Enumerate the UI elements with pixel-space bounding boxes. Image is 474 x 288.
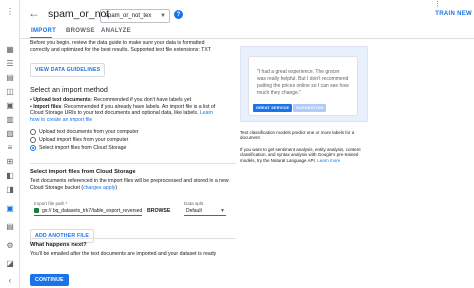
- label-chip-text: SUGGESTION: [296, 106, 324, 110]
- text-dataset-icon[interactable]: ▣: [5, 203, 15, 213]
- what-happens-next-text: You'll be emailed after the text documen…: [30, 251, 217, 257]
- back-arrow-icon[interactable]: ←: [28, 7, 40, 19]
- review-quote: "I had a great experience. The grocer wa…: [257, 69, 349, 96]
- help-icon[interactable]: ?: [174, 10, 183, 19]
- radio-cloud-storage[interactable]: Select import files from Cloud Storage: [30, 144, 230, 152]
- review-card: "I had a great experience. The grocer wa…: [249, 57, 357, 115]
- cloud-desc-end: ): [115, 184, 118, 191]
- continue-button[interactable]: CONTINUE: [30, 274, 69, 286]
- valid-check-icon: [34, 208, 39, 213]
- section-divider: [30, 238, 236, 239]
- radio-button[interactable]: [30, 128, 36, 135]
- notebook-icon[interactable]: ▤: [5, 221, 15, 231]
- chevron-down-icon: ▼: [160, 13, 166, 19]
- import-form: Before you begin, review the data guide …: [30, 40, 230, 152]
- radio-label: Upload import files from your computer: [39, 136, 129, 143]
- marketplace-icon[interactable]: ◪: [5, 258, 15, 268]
- what-happens-next-heading: What happens next?: [30, 242, 87, 248]
- continue-wrap: CONTINUE: [30, 268, 69, 286]
- upload-text-desc: : Recommended if you don't have labels y…: [90, 97, 192, 104]
- cloud-storage-heading: Select import files from Cloud Storage: [30, 169, 136, 175]
- radio-label: Upload text documents from your computer: [39, 128, 139, 135]
- import-file-path-input[interactable]: gs:// bq_datasets_trk7/table_export_reve…: [34, 206, 142, 216]
- label-chip-text: GREAT SERVICE: [256, 106, 290, 110]
- train-menu-icon[interactable]: ⋮: [434, 0, 441, 8]
- storage-icon[interactable]: ▣: [5, 100, 15, 110]
- document-icon[interactable]: ▤: [5, 72, 15, 82]
- page-header: ← spam_or_not spam_or_not_tex ▼ ? ⋮ TRAI…: [20, 0, 474, 28]
- grid-icon[interactable]: ⊞: [5, 156, 15, 166]
- upload-text-term: Upload text documents: [33, 97, 91, 104]
- radio-label: Select import files from Cloud Storage: [39, 144, 127, 151]
- tab-analyze[interactable]: ANALYZE: [101, 28, 131, 38]
- endpoint-icon[interactable]: ◨: [5, 184, 15, 194]
- train-new-button[interactable]: TRAIN NEW: [435, 11, 472, 17]
- dataset-select[interactable]: spam_or_not_tex ▼: [100, 9, 170, 23]
- intro-text: Before you begin, review the data guide …: [30, 40, 211, 53]
- table-icon[interactable]: ▥: [5, 114, 15, 124]
- models-icon[interactable]: ◫: [5, 86, 15, 96]
- collapse-icon[interactable]: ‹: [5, 275, 15, 285]
- datasets-icon[interactable]: ☰: [5, 58, 15, 68]
- section-divider: [30, 163, 236, 164]
- add-another-file-button[interactable]: ADD ANOTHER FILE: [30, 229, 95, 243]
- import-method-heading: Select an import method: [30, 85, 108, 95]
- next-section: What happens next? You'll be emailed aft…: [30, 242, 236, 258]
- list-icon[interactable]: ≡: [5, 142, 15, 152]
- tabs-divider: [20, 38, 474, 39]
- pipeline-icon[interactable]: ◧: [5, 170, 15, 180]
- import-files-bullet: • Import files: Recommended if you alrea…: [30, 103, 216, 123]
- add-file-wrap: ADD ANOTHER FILE: [30, 224, 95, 243]
- chevron-down-icon: ▼: [220, 208, 225, 214]
- import-files-term: Import files: [33, 103, 62, 110]
- dashboard-icon[interactable]: ▦: [5, 44, 15, 54]
- apps-grid-icon[interactable]: ⋮: [5, 6, 15, 16]
- view-data-guidelines-button[interactable]: VIEW DATA GUIDELINES: [30, 63, 106, 78]
- radio-upload-text[interactable]: Upload text documents from your computer: [30, 128, 230, 136]
- text-classification-illustration: "I had a great experience. The grocer wa…: [240, 46, 368, 122]
- radio-button[interactable]: [30, 136, 36, 143]
- tab-bar: IMPORT BROWSE ANALYZE: [20, 28, 474, 39]
- left-rail: ⋮ ▦ ☰ ▤ ◫ ▣ ▥ ▧ ≡ ⊞ ◧ ◨ ▣ ▤ ⚙ ◪ ‹: [0, 0, 20, 288]
- nl-info-text: If you want to get sentiment analysis, e…: [240, 147, 361, 163]
- text-classification-info: Text classification models predict one o…: [240, 130, 355, 141]
- chart-icon[interactable]: ▧: [5, 128, 15, 138]
- radio-upload-import[interactable]: Upload import files from your computer: [30, 136, 230, 144]
- label-chip-great-service: GREAT SERVICE: [253, 104, 293, 112]
- natural-language-info: If you want to get sentiment analysis, e…: [240, 147, 368, 163]
- tools-icon[interactable]: ⚙: [5, 240, 15, 250]
- data-split-value: Default: [186, 208, 202, 214]
- dataset-select-value: spam_or_not_tex: [105, 13, 152, 19]
- browse-button[interactable]: BROWSE: [147, 208, 170, 214]
- cloud-storage-section: Select import files from Cloud Storage T…: [30, 169, 236, 191]
- radio-button-selected[interactable]: [30, 144, 36, 151]
- cloud-desc-text: Text documents referenced in the import …: [30, 178, 229, 191]
- upload-text-bullet: • Upload text documents: Recommended if …: [30, 97, 192, 104]
- charges-apply-link[interactable]: charges apply: [83, 185, 115, 191]
- label-chip-suggestion: SUGGESTION: [293, 104, 327, 112]
- tab-browse[interactable]: BROWSE: [66, 28, 95, 38]
- data-split-select[interactable]: Default ▼: [184, 206, 226, 216]
- import-file-path-value: gs:// bq_datasets_trk7/table_export_reve…: [42, 207, 142, 214]
- cloud-storage-desc: Text documents referenced in the import …: [30, 178, 230, 191]
- learn-more-link[interactable]: Learn more: [317, 158, 340, 163]
